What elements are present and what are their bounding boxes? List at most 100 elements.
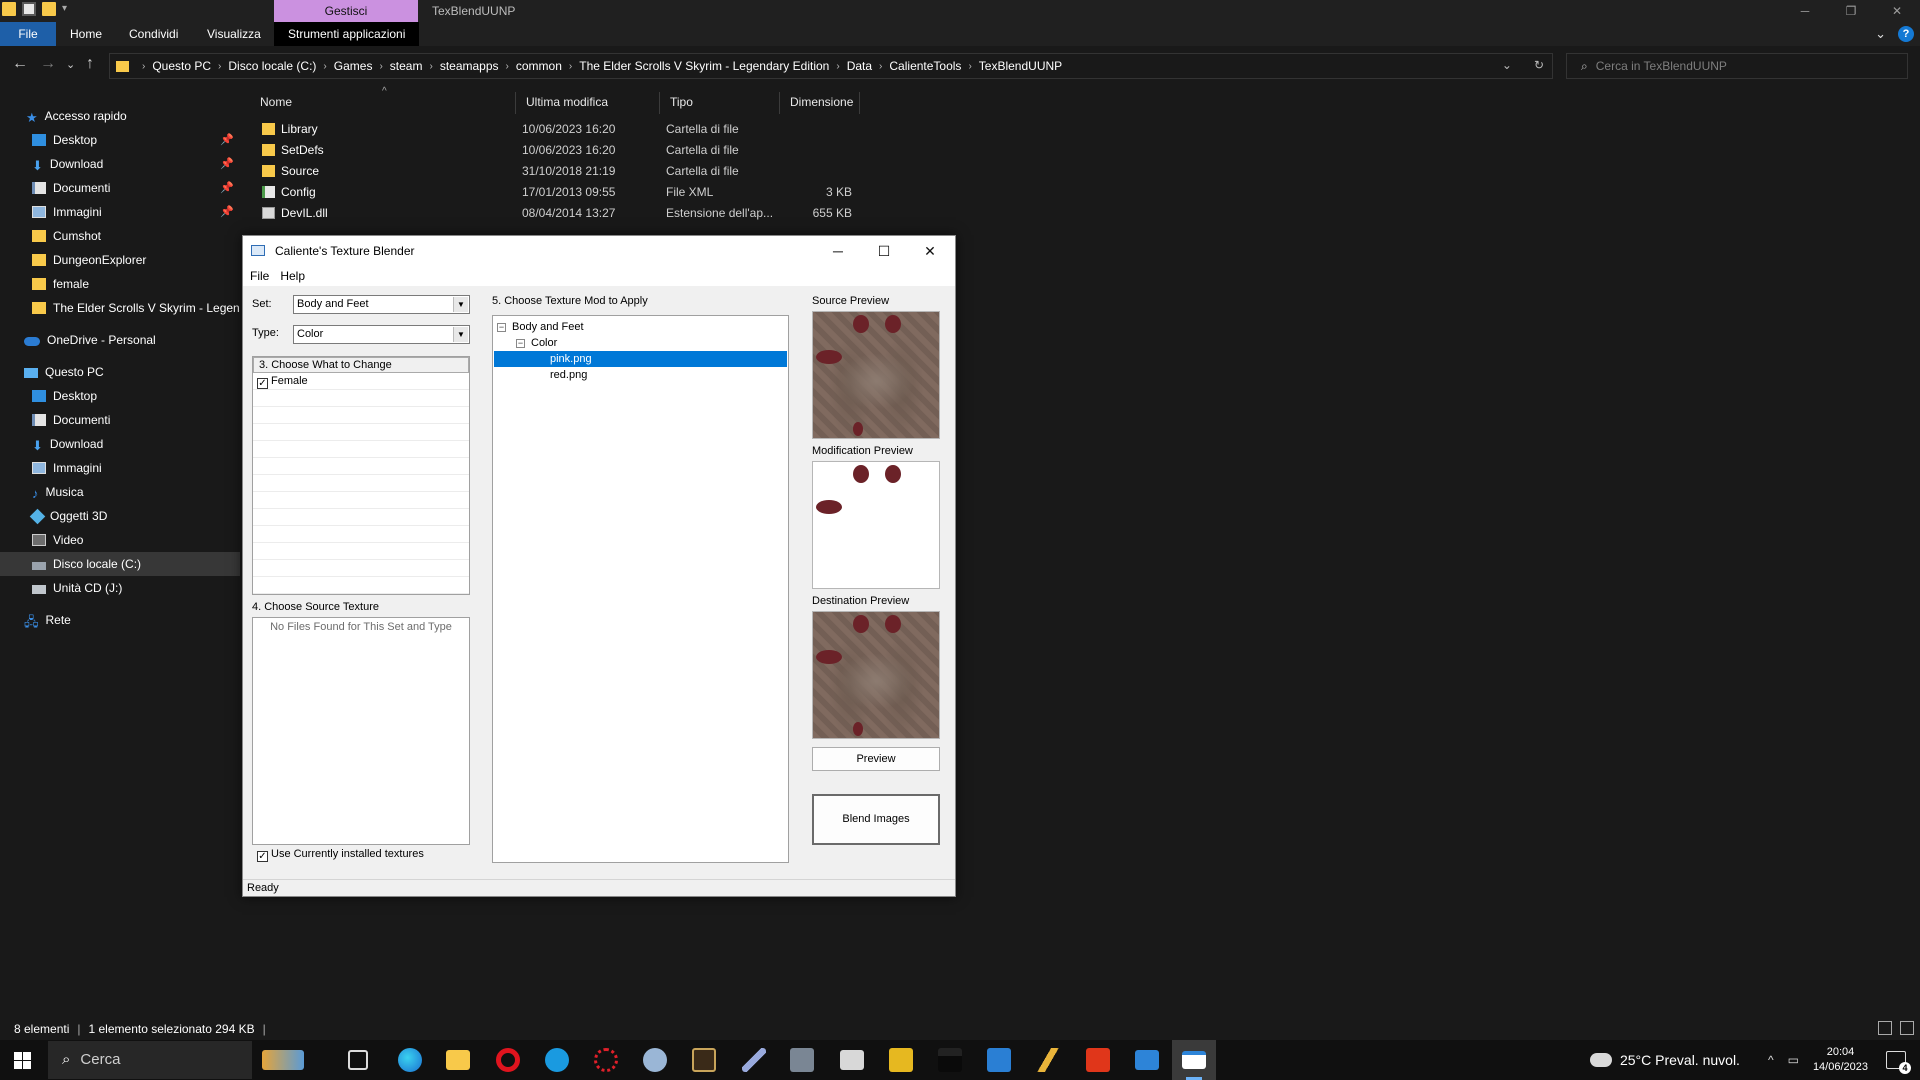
breadcrumb-item[interactable]: TexBlendUUNP [979,59,1062,73]
weather-text[interactable]: 25°C Preval. nuvol. [1620,1052,1740,1068]
texture-blender-taskbar-button[interactable] [1172,1040,1216,1080]
search-input[interactable]: ⌕ Cerca in TexBlendUUNP [1566,53,1908,79]
notepad-icon[interactable] [840,1050,864,1070]
menu-help[interactable]: Help [273,266,309,286]
task-view-icon[interactable] [348,1050,368,1070]
network-icon[interactable]: ▭ [1788,1053,1799,1067]
notifications-icon[interactable]: 4 [1886,1051,1911,1074]
sidebar-item-skyrim[interactable]: The Elder Scrolls V Skyrim - Legendary E… [0,296,240,320]
use-installed-checkbox[interactable]: ✓ Use Currently installed textures [257,848,424,862]
vortex-icon[interactable] [1036,1048,1060,1072]
manage-tab[interactable]: Gestisci [274,0,418,22]
f-app-icon[interactable] [1086,1048,1110,1072]
minimize-button[interactable]: ─ [1782,0,1828,22]
sidebar-item-dungeonexplorer[interactable]: DungeonExplorer [0,248,240,272]
collapse-icon[interactable]: − [516,339,525,348]
refresh-icon[interactable]: ↻ [1534,58,1544,72]
sidebar-item-network[interactable]: 🖧 Rete [0,608,240,632]
sidebar-item-local-disk[interactable]: Disco locale (C:) [0,552,240,576]
forward-arrow-icon[interactable]: → [40,55,56,73]
sidebar-item-pc-pictures[interactable]: Immagini [0,456,240,480]
weather-cloud-icon[interactable] [1589,1047,1612,1067]
close-button[interactable]: ✕ [1874,0,1920,22]
pen-app-icon[interactable] [742,1048,766,1072]
clock[interactable]: 20:04 14/06/2023 [1813,1045,1868,1075]
menu-file[interactable]: File [243,266,273,286]
breadcrumb-item[interactable]: common [516,59,562,73]
sidebar-item-cd-drive[interactable]: Unità CD (J:) [0,576,240,600]
file-row[interactable]: Config 17/01/2013 09:55 File XML 3 KB [242,182,862,203]
help-icon[interactable]: ? [1898,26,1914,42]
window-app-icon[interactable] [1135,1050,1159,1070]
tree-node-color[interactable]: − Color [516,335,557,351]
toolbox-icon[interactable] [790,1048,814,1072]
column-modified[interactable]: Ultima modifica [508,88,652,116]
sidebar-item-female[interactable]: female [0,272,240,296]
back-arrow-icon[interactable]: ← [12,55,28,73]
taskbar-search[interactable]: ⌕ Cerca [48,1041,304,1079]
large-icons-view-icon[interactable] [1900,1021,1914,1035]
properties-icon[interactable] [22,2,36,16]
file-row[interactable]: Source 31/10/2018 21:19 Cartella di file [242,161,862,182]
texture-mod-tree[interactable]: − Body and Feet − Color pink.png red.png [492,315,789,863]
sidebar-item-quick-access[interactable]: ★ Accesso rapido [0,104,240,128]
blender-maximize-button[interactable]: ☐ [861,236,907,266]
address-input[interactable]: › Questo PC › Disco locale (C:) › Games › s… [109,53,1553,79]
app-red-circle-icon[interactable] [594,1048,618,1072]
collapse-icon[interactable]: − [497,323,506,332]
sidebar-item-this-pc[interactable]: Questo PC [0,360,240,384]
archive-icon[interactable] [889,1048,913,1072]
breadcrumb-item[interactable]: steam [390,59,423,73]
checkbox-checked-icon[interactable]: ✓ [257,378,268,389]
tree-node-pink[interactable]: pink.png [494,351,787,367]
blend-images-button[interactable]: Blend Images [812,794,940,845]
list-item-female[interactable]: ✓ Female [253,373,469,390]
tree-node-body-and-feet[interactable]: − Body and Feet [497,319,584,335]
details-view-icon[interactable] [1878,1021,1892,1035]
column-type[interactable]: Tipo [652,88,772,116]
type-select[interactable]: Color ▼ [293,325,470,344]
recent-locations-chevron-icon[interactable]: ⌄ [66,58,75,71]
breadcrumb-item[interactable]: CalienteTools [889,59,961,73]
breadcrumb-item[interactable]: Games [334,59,373,73]
expand-ribbon-chevron-icon[interactable]: ⌄ [1875,26,1886,42]
source-texture-list[interactable]: No Files Found for This Set and Type [252,617,470,845]
sidebar-item-desktop[interactable]: Desktop 📌 [0,128,240,152]
breadcrumb-item[interactable]: The Elder Scrolls V Skyrim - Legendary E… [579,59,829,73]
terminal-icon[interactable] [938,1048,962,1072]
blender-minimize-button[interactable]: ─ [815,236,861,266]
breadcrumb-item[interactable]: Disco locale (C:) [228,59,316,73]
steam-icon[interactable] [643,1048,667,1072]
checkbox-checked-icon[interactable]: ✓ [257,851,268,862]
restore-button[interactable]: ❐ [1828,0,1874,22]
calculator-icon[interactable] [987,1048,1011,1072]
tab-view[interactable]: Visualizza [193,22,275,46]
breadcrumb-item[interactable]: Questo PC [152,59,211,73]
file-row[interactable]: DevIL.dll 08/04/2014 13:27 Estensione de… [242,203,862,224]
sidebar-item-documents[interactable]: Documenti 📌 [0,176,240,200]
tab-home[interactable]: Home [56,22,116,46]
set-select[interactable]: Body and Feet ▼ [293,295,470,314]
tab-file[interactable]: File [0,22,56,46]
windows-start-icon[interactable] [14,1052,31,1069]
sidebar-item-pc-desktop[interactable]: Desktop [0,384,240,408]
file-row[interactable]: SetDefs 10/06/2023 16:20 Cartella di fil… [242,140,862,161]
sidebar-item-download[interactable]: ⬇ Download 📌 [0,152,240,176]
file-explorer-icon[interactable] [446,1050,470,1070]
breadcrumb-item[interactable]: Data [847,59,872,73]
edge-browser-icon[interactable] [398,1048,422,1072]
chevron-up-icon[interactable]: ^ [1768,1053,1774,1067]
up-arrow-icon[interactable]: ↑ [86,55,94,73]
customize-toolbar-chevron-icon[interactable]: ▾ [62,2,72,16]
tab-app-tools[interactable]: Strumenti applicazioni [274,22,420,46]
skype-icon[interactable] [545,1048,569,1072]
sidebar-item-onedrive[interactable]: OneDrive - Personal [0,328,240,352]
sidebar-item-pc-documents[interactable]: Documenti [0,408,240,432]
column-size[interactable]: Dimensione [772,88,872,116]
sidebar-item-pc-download[interactable]: ⬇ Download [0,432,240,456]
blender-close-button[interactable]: ✕ [907,236,953,266]
address-history-chevron-icon[interactable]: ⌄ [1502,58,1512,72]
sidebar-item-pictures[interactable]: Immagini 📌 [0,200,240,224]
file-row[interactable]: Library 10/06/2023 16:20 Cartella di fil… [242,119,862,140]
tab-share[interactable]: Condividi [115,22,192,46]
